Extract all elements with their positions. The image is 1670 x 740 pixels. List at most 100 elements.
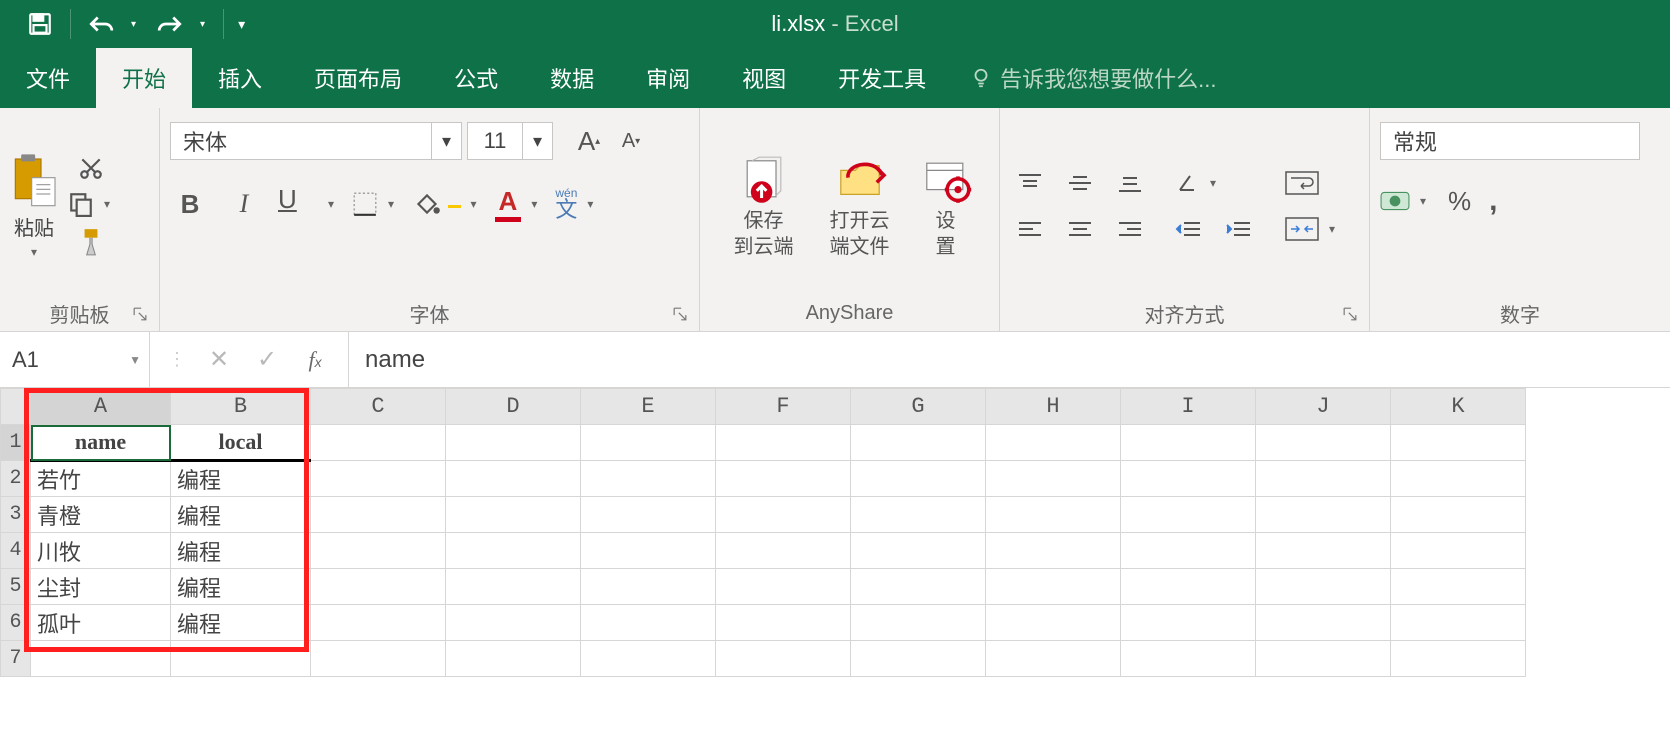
col-header-D[interactable]: D xyxy=(446,389,581,425)
chevron-down-icon[interactable]: ▾ xyxy=(100,197,114,211)
cell[interactable] xyxy=(716,569,851,605)
cell[interactable] xyxy=(581,425,716,461)
cell[interactable] xyxy=(851,425,986,461)
worksheet[interactable]: A B C D E F G H I J K 1 name local 2 xyxy=(0,388,1670,677)
undo-icon[interactable] xyxy=(81,0,121,48)
cell[interactable] xyxy=(851,641,986,677)
merge-center-button[interactable]: ▾ xyxy=(1276,211,1348,247)
open-cloud-file-button[interactable]: 打开云 端文件 xyxy=(815,152,905,260)
col-header-F[interactable]: F xyxy=(716,389,851,425)
cell-B3[interactable]: 编程 xyxy=(171,497,311,533)
percent-button[interactable]: % xyxy=(1448,186,1471,217)
cell[interactable] xyxy=(311,533,446,569)
format-painter-button[interactable] xyxy=(78,227,104,257)
cell[interactable] xyxy=(1391,533,1526,569)
align-bottom-button[interactable] xyxy=(1110,165,1150,201)
cell-B4[interactable]: 编程 xyxy=(171,533,311,569)
col-header-J[interactable]: J xyxy=(1256,389,1391,425)
tab-developer[interactable]: 开发工具 xyxy=(812,48,952,108)
border-button[interactable]: ▾ xyxy=(352,191,398,217)
cell[interactable] xyxy=(716,497,851,533)
accounting-format-button[interactable]: ▾ xyxy=(1380,188,1430,214)
enter-formula-button[interactable]: ✓ xyxy=(252,345,282,374)
dialog-launcher-icon[interactable] xyxy=(133,307,151,325)
cell-B2[interactable]: 编程 xyxy=(171,461,311,497)
cell[interactable] xyxy=(1121,497,1256,533)
tell-me-search[interactable]: 告诉我您想要做什么... xyxy=(952,48,1234,108)
cell[interactable] xyxy=(1256,641,1391,677)
cell[interactable] xyxy=(446,641,581,677)
save-icon[interactable] xyxy=(20,0,60,48)
cell[interactable] xyxy=(1121,461,1256,497)
tab-page-layout[interactable]: 页面布局 xyxy=(288,48,428,108)
cell[interactable] xyxy=(986,533,1121,569)
cell[interactable] xyxy=(1121,569,1256,605)
chevron-down-icon[interactable]: ▾ xyxy=(27,245,41,259)
cell[interactable] xyxy=(851,605,986,641)
chevron-down-icon[interactable]: ▾ xyxy=(527,197,541,211)
cell[interactable] xyxy=(311,461,446,497)
cell[interactable] xyxy=(851,533,986,569)
cell[interactable] xyxy=(716,605,851,641)
increase-font-button[interactable]: A▴ xyxy=(569,122,609,160)
row-header-2[interactable]: 2 xyxy=(1,461,31,497)
bold-button[interactable]: B xyxy=(170,184,210,224)
select-all-corner[interactable] xyxy=(1,389,31,425)
cell[interactable] xyxy=(986,461,1121,497)
cell[interactable] xyxy=(1256,569,1391,605)
redo-icon[interactable] xyxy=(150,0,190,48)
cell[interactable] xyxy=(446,605,581,641)
cell[interactable] xyxy=(1391,461,1526,497)
align-left-button[interactable] xyxy=(1010,211,1050,247)
chevron-down-icon[interactable]: ▾ xyxy=(324,197,338,211)
chevron-down-icon[interactable]: ▾ xyxy=(384,197,398,211)
decrease-font-button[interactable]: A▾ xyxy=(611,122,651,160)
row-header-3[interactable]: 3 xyxy=(1,497,31,533)
chevron-down-icon[interactable]: ▾ xyxy=(467,197,481,211)
cell[interactable] xyxy=(311,425,446,461)
cell[interactable] xyxy=(716,533,851,569)
tab-view[interactable]: 视图 xyxy=(716,48,812,108)
col-header-H[interactable]: H xyxy=(986,389,1121,425)
formula-input[interactable]: name xyxy=(349,332,1670,387)
chevron-down-icon[interactable]: ▾ xyxy=(583,197,597,211)
col-header-C[interactable]: C xyxy=(311,389,446,425)
underline-button[interactable]: U▾ xyxy=(278,184,338,224)
cell[interactable] xyxy=(171,641,311,677)
cell[interactable] xyxy=(1391,605,1526,641)
cell[interactable] xyxy=(1121,533,1256,569)
col-header-A[interactable]: A xyxy=(31,389,171,425)
row-header-7[interactable]: 7 xyxy=(1,641,31,677)
qat-customize-icon[interactable]: ▾ xyxy=(230,16,253,33)
tab-home[interactable]: 开始 xyxy=(96,48,192,108)
cut-button[interactable] xyxy=(78,155,104,181)
cell[interactable] xyxy=(1256,533,1391,569)
row-header-6[interactable]: 6 xyxy=(1,605,31,641)
tab-review[interactable]: 审阅 xyxy=(620,48,716,108)
cell[interactable] xyxy=(581,605,716,641)
cell[interactable] xyxy=(1121,641,1256,677)
dialog-launcher-icon[interactable] xyxy=(1343,307,1361,325)
cell[interactable] xyxy=(986,641,1121,677)
cell-A4[interactable]: 川牧 xyxy=(31,533,171,569)
col-header-G[interactable]: G xyxy=(851,389,986,425)
cell[interactable] xyxy=(446,425,581,461)
cell[interactable] xyxy=(311,605,446,641)
cell[interactable] xyxy=(1256,461,1391,497)
cell[interactable] xyxy=(1391,425,1526,461)
cell[interactable] xyxy=(1391,497,1526,533)
cell[interactable] xyxy=(986,569,1121,605)
cell[interactable] xyxy=(986,425,1121,461)
cell[interactable] xyxy=(986,605,1121,641)
cell[interactable] xyxy=(851,569,986,605)
cell-A3[interactable]: 青橙 xyxy=(31,497,171,533)
tab-insert[interactable]: 插入 xyxy=(192,48,288,108)
chevron-down-icon[interactable]: ▾ xyxy=(522,123,552,159)
comma-style-button[interactable]: , xyxy=(1489,184,1497,218)
align-middle-button[interactable] xyxy=(1060,165,1100,201)
cell-A1[interactable]: name xyxy=(31,425,171,461)
cell[interactable] xyxy=(581,533,716,569)
copy-button[interactable]: ▾ xyxy=(68,191,114,217)
tab-file[interactable]: 文件 xyxy=(0,48,96,108)
phonetic-guide-button[interactable]: wén 文 ▾ xyxy=(555,187,597,221)
